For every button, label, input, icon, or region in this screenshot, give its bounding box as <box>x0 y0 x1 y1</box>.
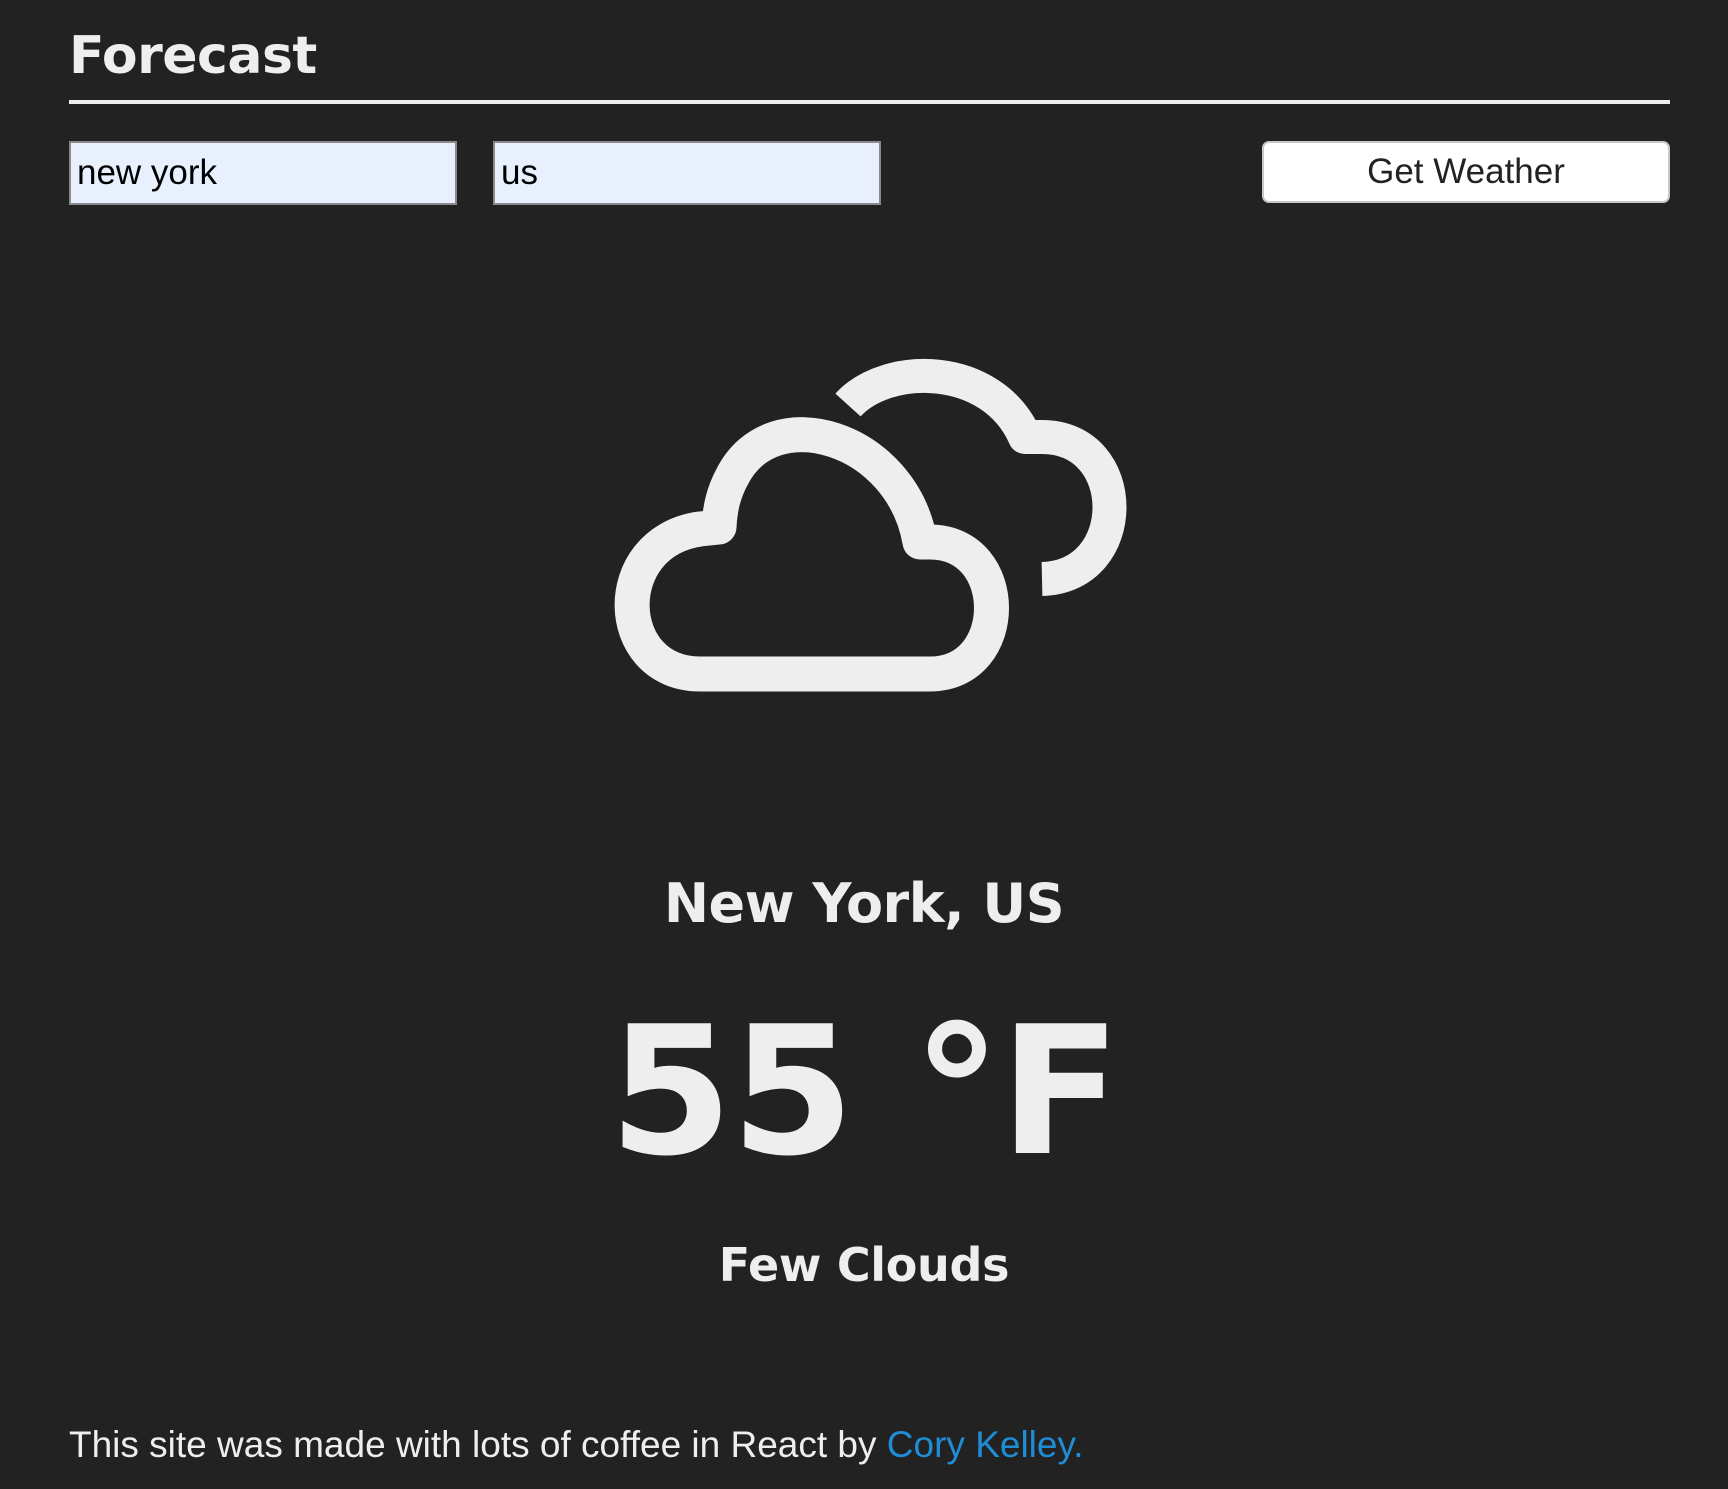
footer: This site was made with lots of coffee i… <box>69 1420 1084 1470</box>
footer-text: This site was made with lots of coffee i… <box>69 1424 887 1465</box>
author-link[interactable]: Cory Kelley. <box>887 1424 1084 1465</box>
get-weather-button[interactable]: Get Weather <box>1262 141 1670 203</box>
location-label: New York, US <box>663 872 1065 935</box>
header-divider <box>69 100 1670 104</box>
weather-condition: Few Clouds <box>718 1238 1010 1292</box>
country-input[interactable] <box>493 141 881 205</box>
few-clouds-icon <box>602 357 1136 709</box>
temperature-value: 55 °F <box>608 988 1121 1195</box>
city-input[interactable] <box>69 141 457 205</box>
page-title: Forecast <box>69 26 317 86</box>
